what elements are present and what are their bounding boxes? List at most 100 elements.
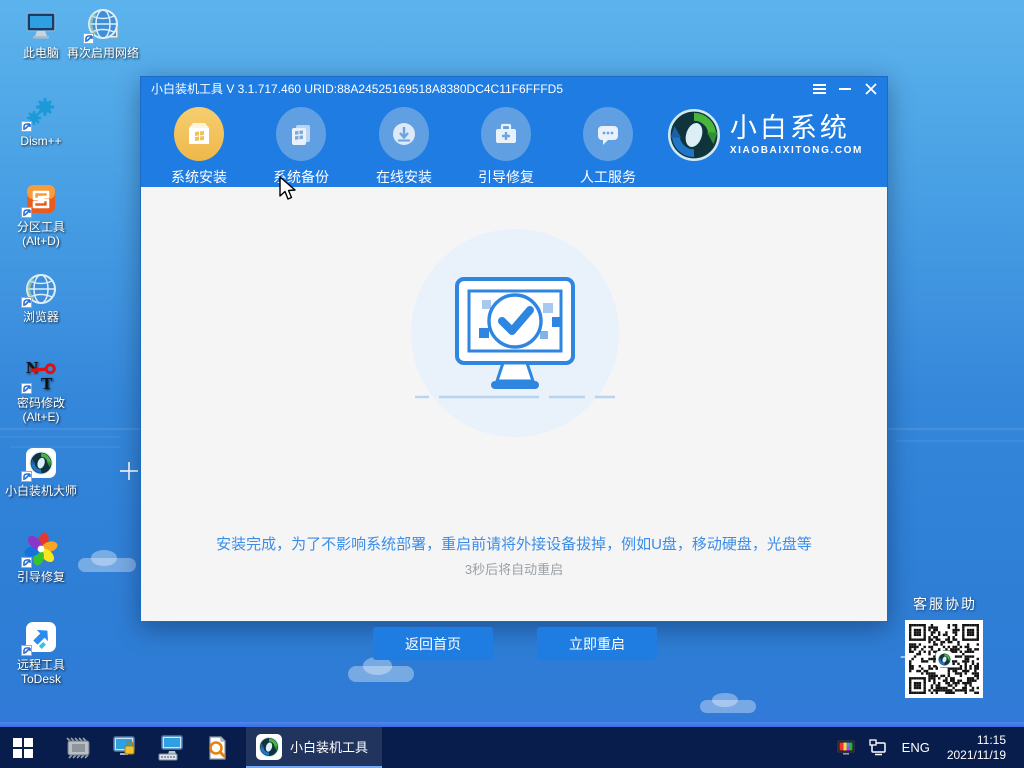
xiaobai-app-icon bbox=[256, 733, 282, 760]
nav-label: 系统安装 bbox=[171, 169, 227, 185]
desktop-icon-dism[interactable]: Dism++ bbox=[2, 96, 80, 148]
desktop-icon-sublabel: ToDesk bbox=[20, 672, 61, 686]
nav-label: 人工服务 bbox=[580, 169, 636, 185]
desktop-icon-xiaobai-master[interactable]: 小白装机大师 bbox=[2, 446, 80, 498]
desktop-icon-label: 浏览器 bbox=[22, 310, 59, 324]
completion-message: 安装完成，为了不影响系统部署，重启前请将外接设备拔掉，例如U盘，移动硬盘，光盘等 bbox=[216, 536, 812, 553]
return-home-button[interactable]: 返回首页 bbox=[373, 627, 493, 660]
taskbar-item-memory-tool[interactable] bbox=[56, 727, 102, 768]
taskbar-item-label: 小白装机工具 bbox=[290, 740, 369, 755]
xiaobai-app-icon bbox=[21, 446, 58, 482]
tray-language-indicator[interactable]: ENG bbox=[895, 727, 937, 768]
this-pc-icon bbox=[24, 8, 58, 42]
hamburger-icon bbox=[812, 82, 826, 96]
computer-keyboard-icon bbox=[158, 734, 183, 760]
success-monitor-illustration bbox=[411, 229, 619, 437]
desktop-icon-password-change[interactable]: N T 密码修改 (Alt+E) bbox=[2, 358, 80, 424]
taskbar-item-pc-keyboard-tool[interactable] bbox=[148, 727, 194, 768]
nav-online-install[interactable]: 在线安装 bbox=[366, 107, 442, 187]
shortcut-overlay-icon bbox=[21, 645, 32, 656]
partition-tool-icon bbox=[21, 182, 58, 218]
countdown-text: 3秒后将自动重启 bbox=[464, 562, 564, 577]
computer-lock-icon bbox=[112, 736, 135, 755]
desktop-icon-todesk[interactable]: 远程工具 ToDesk bbox=[2, 620, 80, 686]
tray-display-color-icon[interactable] bbox=[830, 727, 862, 768]
browser-globe-icon bbox=[21, 272, 58, 308]
desktop-icon-sublabel: (Alt+D) bbox=[22, 234, 60, 248]
todesk-icon bbox=[21, 620, 58, 656]
nav-label: 在线安装 bbox=[376, 169, 432, 185]
nav-system-backup[interactable]: 系统备份 bbox=[263, 107, 339, 187]
tray-clock[interactable]: 11:15 2021/11/19 bbox=[937, 733, 1016, 763]
close-button[interactable] bbox=[859, 77, 883, 101]
taskbar-item-search-tool[interactable] bbox=[194, 727, 240, 768]
backup-icon bbox=[276, 107, 326, 161]
minimize-icon bbox=[839, 88, 851, 90]
nav-label: 系统备份 bbox=[273, 169, 329, 185]
customer-service-panel: 客服协助 bbox=[905, 594, 985, 698]
taskbar-item-locked-pc-tool[interactable] bbox=[102, 727, 148, 768]
nav-system-install[interactable]: 系统安装 bbox=[161, 107, 237, 187]
nt-password-key-icon: N T bbox=[21, 358, 58, 394]
desktop-icon-label: 再次启用网络 bbox=[66, 46, 139, 60]
svg-text:T: T bbox=[41, 374, 53, 392]
desktop-icon-browser[interactable]: 浏览器 bbox=[2, 272, 80, 324]
gears-icon bbox=[21, 96, 58, 132]
desktop-icon-partition-tool[interactable]: 分区工具 (Alt+D) bbox=[2, 182, 80, 248]
restart-now-button[interactable]: 立即重启 bbox=[537, 627, 657, 660]
qr-center-logo-icon bbox=[936, 651, 952, 667]
horizon-streak bbox=[895, 440, 1024, 442]
brand-title: 小白系统 bbox=[729, 113, 850, 143]
system-tray: ENG 11:15 2021/11/19 bbox=[830, 727, 1024, 768]
desktop-icon-label: 远程工具 bbox=[16, 658, 65, 672]
service-icon bbox=[583, 107, 633, 161]
shortcut-overlay-icon bbox=[21, 121, 32, 132]
tray-time: 11:15 bbox=[976, 732, 1006, 747]
desktop: 此电脑 再次启用网络 Dism++ 分区工具 (Alt+D) 浏览器 N T 密… bbox=[0, 0, 1024, 768]
network-globe-icon bbox=[83, 8, 120, 44]
nav-boot-repair[interactable]: 引导修复 bbox=[468, 107, 544, 187]
tray-date: 2021/11/19 bbox=[946, 747, 1006, 762]
tray-network-icon[interactable] bbox=[862, 727, 895, 768]
xiaobai-logo-icon bbox=[668, 109, 720, 161]
svg-text:N: N bbox=[26, 358, 39, 377]
memory-chip-icon bbox=[66, 736, 90, 759]
taskbar: 小白装机工具 ENG 11:15 2021/11/19 bbox=[0, 727, 1024, 768]
cloud-decoration bbox=[700, 692, 756, 713]
sparkle-decoration bbox=[120, 462, 138, 480]
nav-label: 引导修复 bbox=[478, 169, 534, 185]
windows-logo-icon bbox=[13, 737, 33, 758]
repair-icon bbox=[481, 107, 531, 161]
close-icon bbox=[865, 83, 877, 95]
cloud-decoration bbox=[78, 550, 136, 572]
shortcut-overlay-icon bbox=[21, 557, 32, 568]
desktop-icon-sublabel: (Alt+E) bbox=[22, 410, 60, 424]
shortcut-overlay-icon bbox=[21, 471, 32, 482]
shortcut-overlay-icon bbox=[21, 383, 32, 394]
shortcut-overlay-icon bbox=[21, 207, 32, 218]
start-button[interactable] bbox=[0, 727, 46, 768]
taskbar-item-xiaobai-tool[interactable]: 小白装机工具 bbox=[246, 727, 383, 768]
window-header: 小白装机工具 V 3.1.717.460 URID:88A24525169518… bbox=[141, 77, 887, 187]
desktop-icon-label: 引导修复 bbox=[16, 570, 65, 584]
window-title: 小白装机工具 V 3.1.717.460 URID:88A24525169518… bbox=[151, 82, 563, 96]
menu-button[interactable] bbox=[807, 77, 831, 101]
desktop-icon-label: 密码修改 bbox=[16, 396, 65, 410]
desktop-icon-enable-network[interactable]: 再次启用网络 bbox=[64, 8, 142, 60]
install-icon bbox=[174, 107, 224, 161]
title-bar[interactable]: 小白装机工具 V 3.1.717.460 URID:88A24525169518… bbox=[141, 77, 887, 101]
shortcut-overlay-icon bbox=[21, 297, 32, 308]
window-content: 安装完成，为了不影响系统部署，重启前请将外接设备拔掉，例如U盘，移动硬盘，光盘等… bbox=[142, 187, 886, 660]
brand-text: 小白系统 XIAOBAIXITONG.COM bbox=[730, 114, 863, 156]
brand-logo: 小白系统 XIAOBAIXITONG.COM bbox=[668, 109, 863, 161]
desktop-icon-boot-repair[interactable]: 引导修复 bbox=[2, 532, 80, 584]
nav-manual-service[interactable]: 人工服务 bbox=[570, 107, 646, 187]
minimize-button[interactable] bbox=[833, 77, 857, 101]
shortcut-overlay-icon bbox=[83, 33, 94, 44]
app-window: 小白装机工具 V 3.1.717.460 URID:88A24525169518… bbox=[140, 76, 888, 660]
brand-subtitle: XIAOBAIXITONG.COM bbox=[729, 145, 863, 156]
qr-code bbox=[905, 620, 983, 698]
customer-service-label: 客服协助 bbox=[913, 596, 977, 612]
horizon-streak bbox=[0, 436, 120, 438]
desktop-icon-label: 分区工具 bbox=[16, 220, 65, 234]
